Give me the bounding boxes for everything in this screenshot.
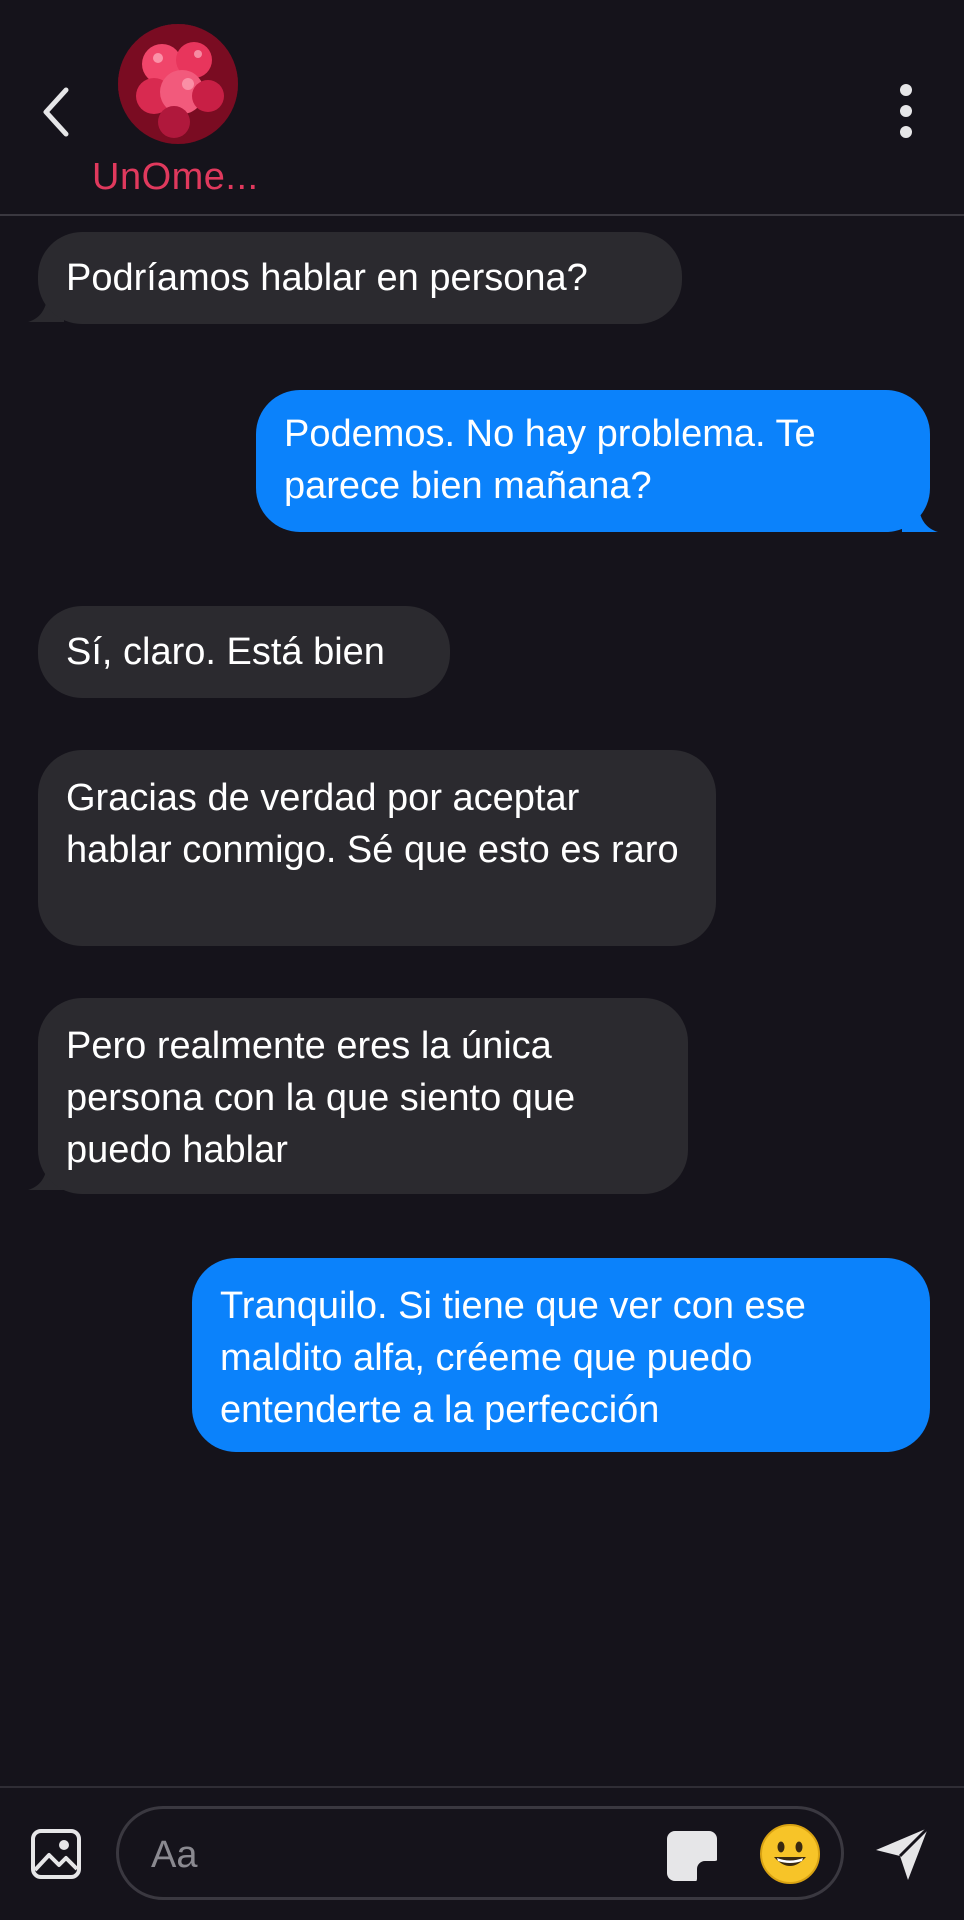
emoji-icon [760, 1824, 820, 1884]
message-text: Podemos. No hay problema. Te parece bien… [284, 413, 816, 507]
message-bubble-incoming[interactable]: Podríamos hablar en persona? [38, 232, 682, 324]
gallery-button[interactable] [30, 1828, 82, 1880]
message-text: Tranquilo. Si tiene que ver con ese mald… [220, 1285, 806, 1431]
message-text: Pero realmente eres la única persona con… [66, 1025, 576, 1171]
send-button[interactable] [872, 1824, 932, 1884]
message-input-box [116, 1806, 844, 1900]
message-bubble-outgoing[interactable]: Podemos. No hay problema. Te parece bien… [256, 390, 930, 532]
message-bubble-incoming[interactable]: Gracias de verdad por aceptar hablar con… [38, 750, 716, 946]
back-button[interactable] [36, 82, 80, 142]
sticker-button[interactable] [665, 1829, 719, 1883]
sticker-icon [667, 1831, 718, 1882]
send-icon [876, 1826, 930, 1880]
message-composer [0, 1786, 964, 1920]
more-options-button[interactable] [892, 84, 920, 144]
chevron-left-icon [43, 87, 69, 137]
chat-header: UnOme... [0, 0, 964, 216]
message-text: Podríamos hablar en persona? [66, 257, 588, 299]
message-bubble-incoming[interactable]: Pero realmente eres la única persona con… [38, 998, 688, 1194]
message-input[interactable] [149, 1827, 633, 1883]
message-text: Gracias de verdad por aceptar hablar con… [66, 777, 679, 871]
message-bubble-outgoing[interactable]: Tranquilo. Si tiene que ver con ese mald… [192, 1258, 930, 1452]
avatar[interactable] [118, 24, 238, 144]
chat-screen: UnOme... Podríamos hablar en persona? Po… [0, 0, 964, 1920]
image-icon [31, 1829, 81, 1879]
emoji-button[interactable] [759, 1823, 821, 1885]
message-text: Sí, claro. Está bien [66, 631, 385, 673]
contact-name[interactable]: UnOme... [92, 156, 259, 199]
avatar-image [118, 24, 238, 144]
more-vertical-icon [892, 84, 920, 138]
message-bubble-incoming[interactable]: Sí, claro. Está bien [38, 606, 450, 698]
